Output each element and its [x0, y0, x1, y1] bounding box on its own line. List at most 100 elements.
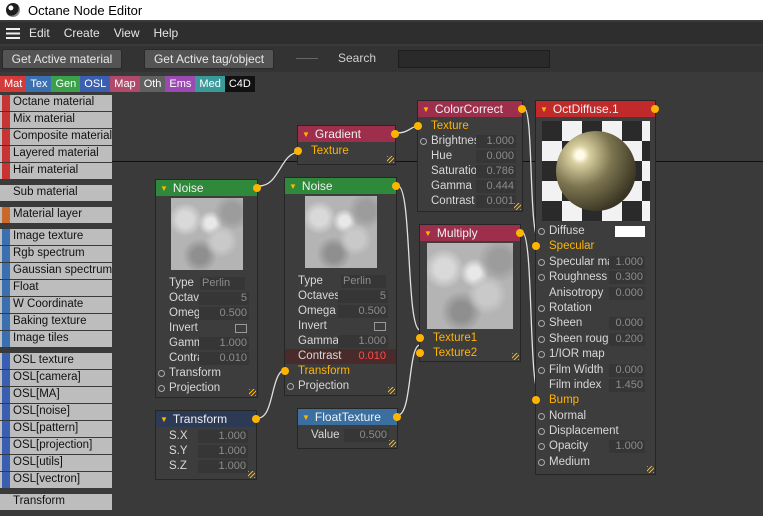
gamma-field[interactable]: 0.444 [476, 180, 516, 193]
collapse-arrow-icon[interactable]: ▼ [302, 130, 310, 139]
sidebar-item-osl-pattern[interactable]: OSL[pattern] [0, 421, 112, 437]
category-tab-gen[interactable]: Gen [51, 76, 81, 92]
brightness-field[interactable]: 1.000 [476, 135, 516, 148]
get-active-tag-button[interactable]: Get Active tag/object [144, 49, 274, 69]
input-pin[interactable] [538, 458, 545, 466]
category-tab-mat[interactable]: Mat [0, 76, 27, 92]
param-value-field[interactable]: 1.450 [609, 378, 645, 392]
node-header[interactable]: ▼ FloatTexture [298, 409, 401, 425]
input-pin[interactable] [158, 370, 165, 377]
menu-view[interactable]: View [114, 26, 140, 40]
sidebar-item-transform[interactable]: Transform [0, 494, 112, 510]
node-header[interactable]: ▼ Gradient [298, 126, 399, 142]
resize-handle[interactable] [647, 466, 654, 473]
resize-handle[interactable] [512, 353, 519, 360]
sy-field[interactable]: 1.000 [198, 445, 248, 458]
sidebar-item-osl-noise[interactable]: OSL[noise] [0, 404, 112, 420]
transform-node[interactable]: ▼ Transform S.X 1.000 S.Y 1.000 S.Z 1.000 [155, 410, 260, 480]
contrast-field[interactable]: 0.010 [199, 352, 249, 365]
param-value-field[interactable]: 0.300 [609, 271, 645, 285]
collapse-arrow-icon[interactable]: ▼ [424, 229, 432, 238]
contrast-field[interactable]: 0.001 [476, 195, 516, 208]
input-pin[interactable] [538, 351, 545, 359]
input-pin[interactable] [538, 258, 545, 266]
param-value-field[interactable]: 1.000 [609, 440, 645, 454]
output-pin[interactable] [518, 105, 526, 113]
input-pin[interactable] [538, 320, 545, 328]
node-header[interactable]: ▼ Multiply [420, 225, 524, 241]
node-header[interactable]: ▼ Noise [156, 180, 261, 196]
input-pin[interactable] [538, 335, 545, 343]
resize-handle[interactable] [388, 387, 395, 394]
sidebar-item-layered-material[interactable]: Layered material [0, 146, 112, 162]
output-pin[interactable] [391, 130, 399, 138]
category-tab-ems[interactable]: Ems [165, 76, 196, 92]
menu-create[interactable]: Create [64, 26, 100, 40]
collapse-arrow-icon[interactable]: ▼ [422, 105, 430, 114]
sidebar-item-osl-projection[interactable]: OSL[projection] [0, 438, 112, 454]
node-header[interactable]: ▼ Transform [156, 411, 260, 427]
param-value-field[interactable]: 0.200 [609, 332, 645, 346]
multiply-node[interactable]: ▼ Multiply Texture1 Texture2 [416, 224, 524, 362]
octaves-field[interactable]: 5 [199, 292, 249, 305]
resize-handle[interactable] [514, 203, 521, 210]
colorcorrect-node[interactable]: ▼ ColorCorrect Texture Brightness 1.000 H… [414, 100, 526, 212]
param-value-field[interactable]: 0.000 [609, 363, 645, 377]
menu-help[interactable]: Help [154, 26, 179, 40]
output-pin[interactable] [252, 415, 260, 423]
hue-field[interactable]: 0.000 [476, 150, 516, 163]
sidebar-item-image-texture[interactable]: Image texture [0, 229, 112, 245]
omega-field[interactable]: 0.500 [338, 305, 388, 318]
sidebar-item-composite-material[interactable]: Composite material [0, 129, 112, 145]
sx-field[interactable]: 1.000 [198, 430, 248, 443]
resize-handle[interactable] [249, 389, 256, 396]
sidebar-item-baking-texture[interactable]: Baking texture [0, 314, 112, 330]
collapse-arrow-icon[interactable]: ▼ [302, 413, 310, 422]
type-select[interactable]: Perlin [200, 277, 245, 290]
sidebar-item-material-layer[interactable]: Material layer [0, 207, 112, 223]
gamma-field[interactable]: 1.000 [199, 337, 249, 350]
collapse-arrow-icon[interactable]: ▼ [160, 184, 168, 193]
gamma-field[interactable]: 1.000 [338, 335, 388, 348]
param-value-field[interactable]: 0.000 [609, 286, 645, 300]
resize-handle[interactable] [387, 156, 394, 163]
input-pin[interactable] [287, 383, 294, 390]
input-pin[interactable] [538, 304, 545, 312]
sidebar-item-osl-utils[interactable]: OSL[utils] [0, 455, 112, 471]
sidebar-item-osl-camera[interactable]: OSL[camera] [0, 370, 112, 386]
input-pin[interactable] [158, 385, 165, 392]
sidebar-item-float[interactable]: Float [0, 280, 112, 296]
sidebar-item-osl-ma[interactable]: OSL[MA] [0, 387, 112, 403]
node-header[interactable]: ▼ Noise [285, 178, 400, 194]
collapse-arrow-icon[interactable]: ▼ [160, 415, 168, 424]
gradient-node[interactable]: ▼ Gradient Texture [294, 125, 399, 165]
category-tab-map[interactable]: Map [110, 76, 140, 92]
category-tab-tex[interactable]: Tex [26, 76, 52, 92]
node-header[interactable]: ▼ OctDiffuse.1 [536, 101, 659, 117]
category-tab-med[interactable]: Med [195, 76, 225, 92]
sidebar-item-osl-texture[interactable]: OSL texture [0, 353, 112, 369]
sidebar-item-rgb-spectrum[interactable]: Rgb spectrum [0, 246, 112, 262]
output-pin[interactable] [516, 229, 524, 237]
type-select[interactable]: Perlin [341, 275, 386, 288]
sidebar-item-mix-material[interactable]: Mix material [0, 112, 112, 128]
category-tab-c4d[interactable]: C4D [224, 76, 255, 92]
input-pin[interactable] [281, 367, 289, 375]
param-value-field[interactable]: 0.000 [609, 317, 645, 331]
input-pin[interactable] [420, 138, 427, 145]
resize-handle[interactable] [389, 440, 396, 447]
noise-node-2[interactable]: ▼ Noise Type Perlin Octaves 5 Omega 0.500 … [281, 177, 400, 396]
node-header[interactable]: ▼ ColorCorrect [418, 101, 526, 117]
output-pin[interactable] [392, 182, 400, 190]
input-pin[interactable] [414, 122, 422, 130]
diffuse-color-swatch[interactable] [615, 226, 645, 237]
input-pin[interactable] [538, 366, 545, 374]
input-pin[interactable] [538, 443, 545, 451]
output-pin[interactable] [253, 184, 261, 192]
invert-checkbox[interactable] [235, 324, 247, 333]
sidebar-item-image-tiles[interactable]: Image tiles [0, 331, 112, 347]
input-pin[interactable] [294, 147, 302, 155]
input-pin[interactable] [538, 428, 545, 436]
floattexture-node[interactable]: ▼ FloatTexture Value 0.500 [297, 408, 401, 449]
input-pin[interactable] [532, 242, 540, 251]
